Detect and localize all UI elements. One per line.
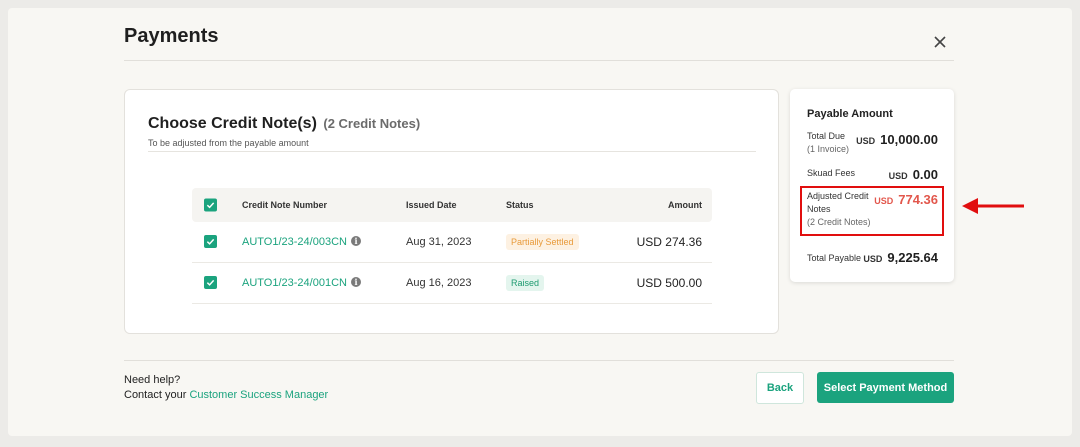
row-checkbox[interactable]: [204, 235, 217, 249]
total-payable-amount: 9,225.64: [887, 250, 938, 265]
customer-success-link[interactable]: Customer Success Manager: [189, 389, 328, 401]
column-header-date[interactable]: Issued Date: [406, 200, 457, 210]
contact-line: Contact your Customer Success Manager: [124, 388, 328, 403]
table-row: AUTO1/23-24/001CN i Aug 16, 2023 Raised U…: [192, 263, 712, 304]
card-divider: [148, 151, 756, 152]
issued-date: Aug 16, 2023: [406, 277, 472, 289]
info-icon[interactable]: i: [350, 236, 361, 246]
fees-currency: USD: [888, 171, 908, 181]
total-due-label: Total Due (1 Invoice): [807, 130, 849, 156]
credit-notes-heading: Choose Credit Note(s): [148, 115, 317, 132]
status-badge-label: Raised: [506, 275, 545, 291]
credit-notes-table: Credit Note Number Issued Date Status Am…: [192, 188, 712, 304]
total-due-text: Total Due: [807, 131, 846, 141]
credit-notes-subtitle: To be adjusted from the payable amount: [148, 138, 309, 148]
credit-note-link[interactable]: AUTO1/23-24/003CN: [242, 236, 347, 248]
table-header: Credit Note Number Issued Date Status Am…: [192, 188, 712, 222]
help-text: Need help? Contact your Customer Success…: [124, 373, 328, 403]
column-header-amount[interactable]: Amount: [668, 200, 702, 210]
arrow-left-icon: [962, 198, 1024, 214]
credit-note-number: AUTO1/23-24/001CN i: [242, 277, 361, 289]
row-checkbox[interactable]: [204, 276, 217, 290]
fees-amount: 0.00: [912, 167, 938, 182]
footer-divider: [124, 360, 954, 361]
status-badge: Partially Settled: [506, 234, 579, 250]
credit-note-amount: USD 274.36: [636, 235, 702, 249]
total-due-value: USD 10,000.00: [856, 132, 938, 147]
total-payable-currency: USD: [863, 254, 883, 264]
select-payment-method-button[interactable]: Select Payment Method: [817, 372, 954, 403]
column-header-number[interactable]: Credit Note Number: [242, 200, 327, 210]
credit-note-link[interactable]: AUTO1/23-24/001CN: [242, 277, 347, 289]
payments-modal: Payments Choose Credit Note(s) (2 Credit…: [8, 8, 1072, 436]
check-icon: [204, 235, 217, 248]
total-due-currency: USD: [856, 136, 876, 146]
credit-note-number: AUTO1/23-24/003CN i: [242, 236, 361, 248]
issued-date: Aug 31, 2023: [406, 236, 472, 248]
credit-note-amount: USD 500.00: [636, 276, 702, 290]
credit-notes-card: Choose Credit Note(s) (2 Credit Notes) T…: [124, 89, 779, 334]
contact-prefix: Contact your: [124, 389, 187, 401]
check-icon: [204, 198, 217, 212]
status-badge-label: Partially Settled: [506, 234, 579, 250]
modal-title: Payments: [124, 25, 219, 47]
total-payable-value: USD 9,225.64: [863, 250, 938, 265]
total-due-sub: (1 Invoice): [807, 144, 850, 154]
credit-notes-title: Choose Credit Note(s) (2 Credit Notes): [148, 115, 420, 133]
header-divider: [124, 60, 954, 61]
status-badge: Raised: [506, 275, 545, 291]
total-due-amount: 10,000.00: [880, 132, 938, 147]
table-row: AUTO1/23-24/003CN i Aug 31, 2023 Partiall…: [192, 222, 712, 263]
highlight-box: [800, 186, 944, 236]
total-payable-label: Total Payable: [807, 253, 862, 263]
column-header-status[interactable]: Status: [506, 200, 534, 210]
fees-label: Skuad Fees: [807, 168, 856, 178]
fees-value: USD 0.00: [889, 167, 938, 182]
select-all-checkbox[interactable]: [204, 198, 217, 212]
close-icon[interactable]: [930, 32, 950, 52]
back-button[interactable]: Back: [756, 372, 804, 404]
help-line: Need help?: [124, 374, 181, 386]
credit-notes-count: (2 Credit Notes): [323, 116, 421, 131]
check-icon: [204, 276, 217, 289]
info-icon[interactable]: i: [350, 277, 361, 287]
summary-title: Payable Amount: [807, 108, 893, 120]
